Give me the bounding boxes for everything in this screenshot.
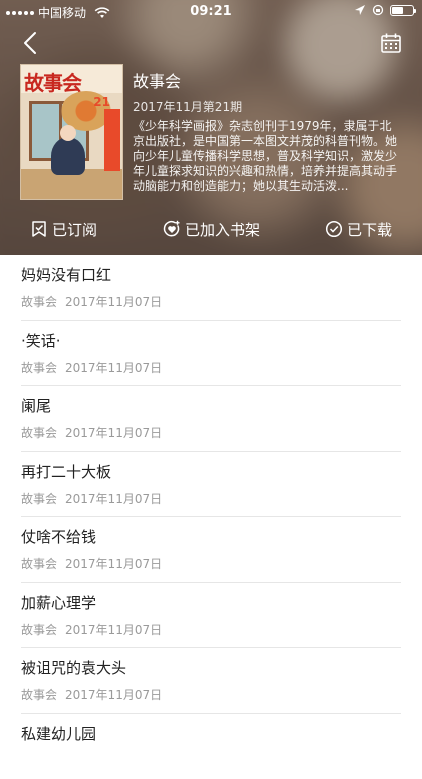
subscribed-button[interactable]: 已订阅 bbox=[30, 214, 97, 244]
article-date: 2017年11月07日 bbox=[65, 557, 162, 571]
article-date: 2017年11月07日 bbox=[65, 688, 162, 702]
heart-plus-icon bbox=[163, 220, 181, 238]
article-date: 2017年11月07日 bbox=[65, 492, 162, 506]
magazine-issue: 2017年11月第21期 bbox=[133, 98, 242, 115]
add-to-shelf-label: 已加入书架 bbox=[185, 219, 260, 240]
article-title: 加薪心理学 bbox=[21, 592, 96, 613]
downloaded-label: 已下载 bbox=[347, 219, 392, 240]
article-title: 被诅咒的袁大头 bbox=[21, 657, 126, 678]
article-source: 故事会 bbox=[21, 688, 57, 702]
list-item[interactable]: 再打二十大板 故事会 2017年11月07日 bbox=[21, 452, 401, 518]
article-list: 妈妈没有口红 故事会 2017年11月07日 ·笑话· 故事会 2017年11月07… bbox=[0, 255, 422, 779]
article-title: ·笑话· bbox=[21, 330, 61, 351]
cover-illustration bbox=[51, 137, 85, 175]
subscribed-label: 已订阅 bbox=[52, 219, 97, 240]
bookmark-check-icon bbox=[30, 220, 48, 238]
list-item[interactable]: 妈妈没有口红 故事会 2017年11月07日 bbox=[21, 255, 401, 321]
magazine-title: 故事会 bbox=[133, 68, 181, 92]
cover-logo: 故事会 bbox=[24, 67, 81, 96]
article-date: 2017年11月07日 bbox=[65, 295, 162, 309]
magazine-description: 《少年科学画报》杂志创刊于1979年，隶属于北京出版社，是中国第一本图文并茂的科… bbox=[133, 119, 403, 194]
status-bar: 中国移动 09:21 bbox=[0, 0, 422, 22]
check-circle-icon bbox=[325, 220, 343, 238]
magazine-cover[interactable]: 故事会 21 bbox=[20, 64, 123, 200]
article-title: 私建幼儿园 bbox=[21, 723, 96, 744]
downloaded-button[interactable]: 已下载 bbox=[325, 214, 392, 244]
location-icon bbox=[354, 4, 366, 16]
article-title: 再打二十大板 bbox=[21, 461, 111, 482]
list-item[interactable]: 仗啥不给钱 故事会 2017年11月07日 bbox=[21, 517, 401, 583]
article-title: 仗啥不给钱 bbox=[21, 526, 96, 547]
article-source: 故事会 bbox=[21, 295, 57, 309]
article-source: 故事会 bbox=[21, 361, 57, 375]
magazine-header: 中国移动 09:21 bbox=[0, 0, 422, 255]
article-date: 2017年11月07日 bbox=[65, 426, 162, 440]
article-source: 故事会 bbox=[21, 557, 57, 571]
article-title: 阑尾 bbox=[21, 395, 51, 416]
article-source: 故事会 bbox=[21, 492, 57, 506]
list-item[interactable]: ·笑话· 故事会 2017年11月07日 bbox=[21, 321, 401, 387]
article-title: 妈妈没有口红 bbox=[21, 264, 111, 285]
list-item[interactable]: 私建幼儿园 bbox=[21, 714, 401, 779]
add-to-shelf-button[interactable]: 已加入书架 bbox=[163, 214, 260, 244]
rotation-lock-icon bbox=[372, 4, 384, 16]
back-icon[interactable] bbox=[18, 30, 44, 56]
article-date: 2017年11月07日 bbox=[65, 361, 162, 375]
article-date: 2017年11月07日 bbox=[65, 623, 162, 637]
battery-icon bbox=[390, 5, 414, 16]
list-item[interactable]: 被诅咒的袁大头 故事会 2017年11月07日 bbox=[21, 648, 401, 714]
calendar-icon[interactable] bbox=[380, 32, 402, 54]
article-source: 故事会 bbox=[21, 623, 57, 637]
list-item[interactable]: 阑尾 故事会 2017年11月07日 bbox=[21, 386, 401, 452]
action-bar: 已订阅 已加入书架 已下载 bbox=[0, 214, 422, 244]
list-item[interactable]: 加薪心理学 故事会 2017年11月07日 bbox=[21, 583, 401, 649]
cover-issue-number: 21 bbox=[93, 95, 110, 109]
article-source: 故事会 bbox=[21, 426, 57, 440]
